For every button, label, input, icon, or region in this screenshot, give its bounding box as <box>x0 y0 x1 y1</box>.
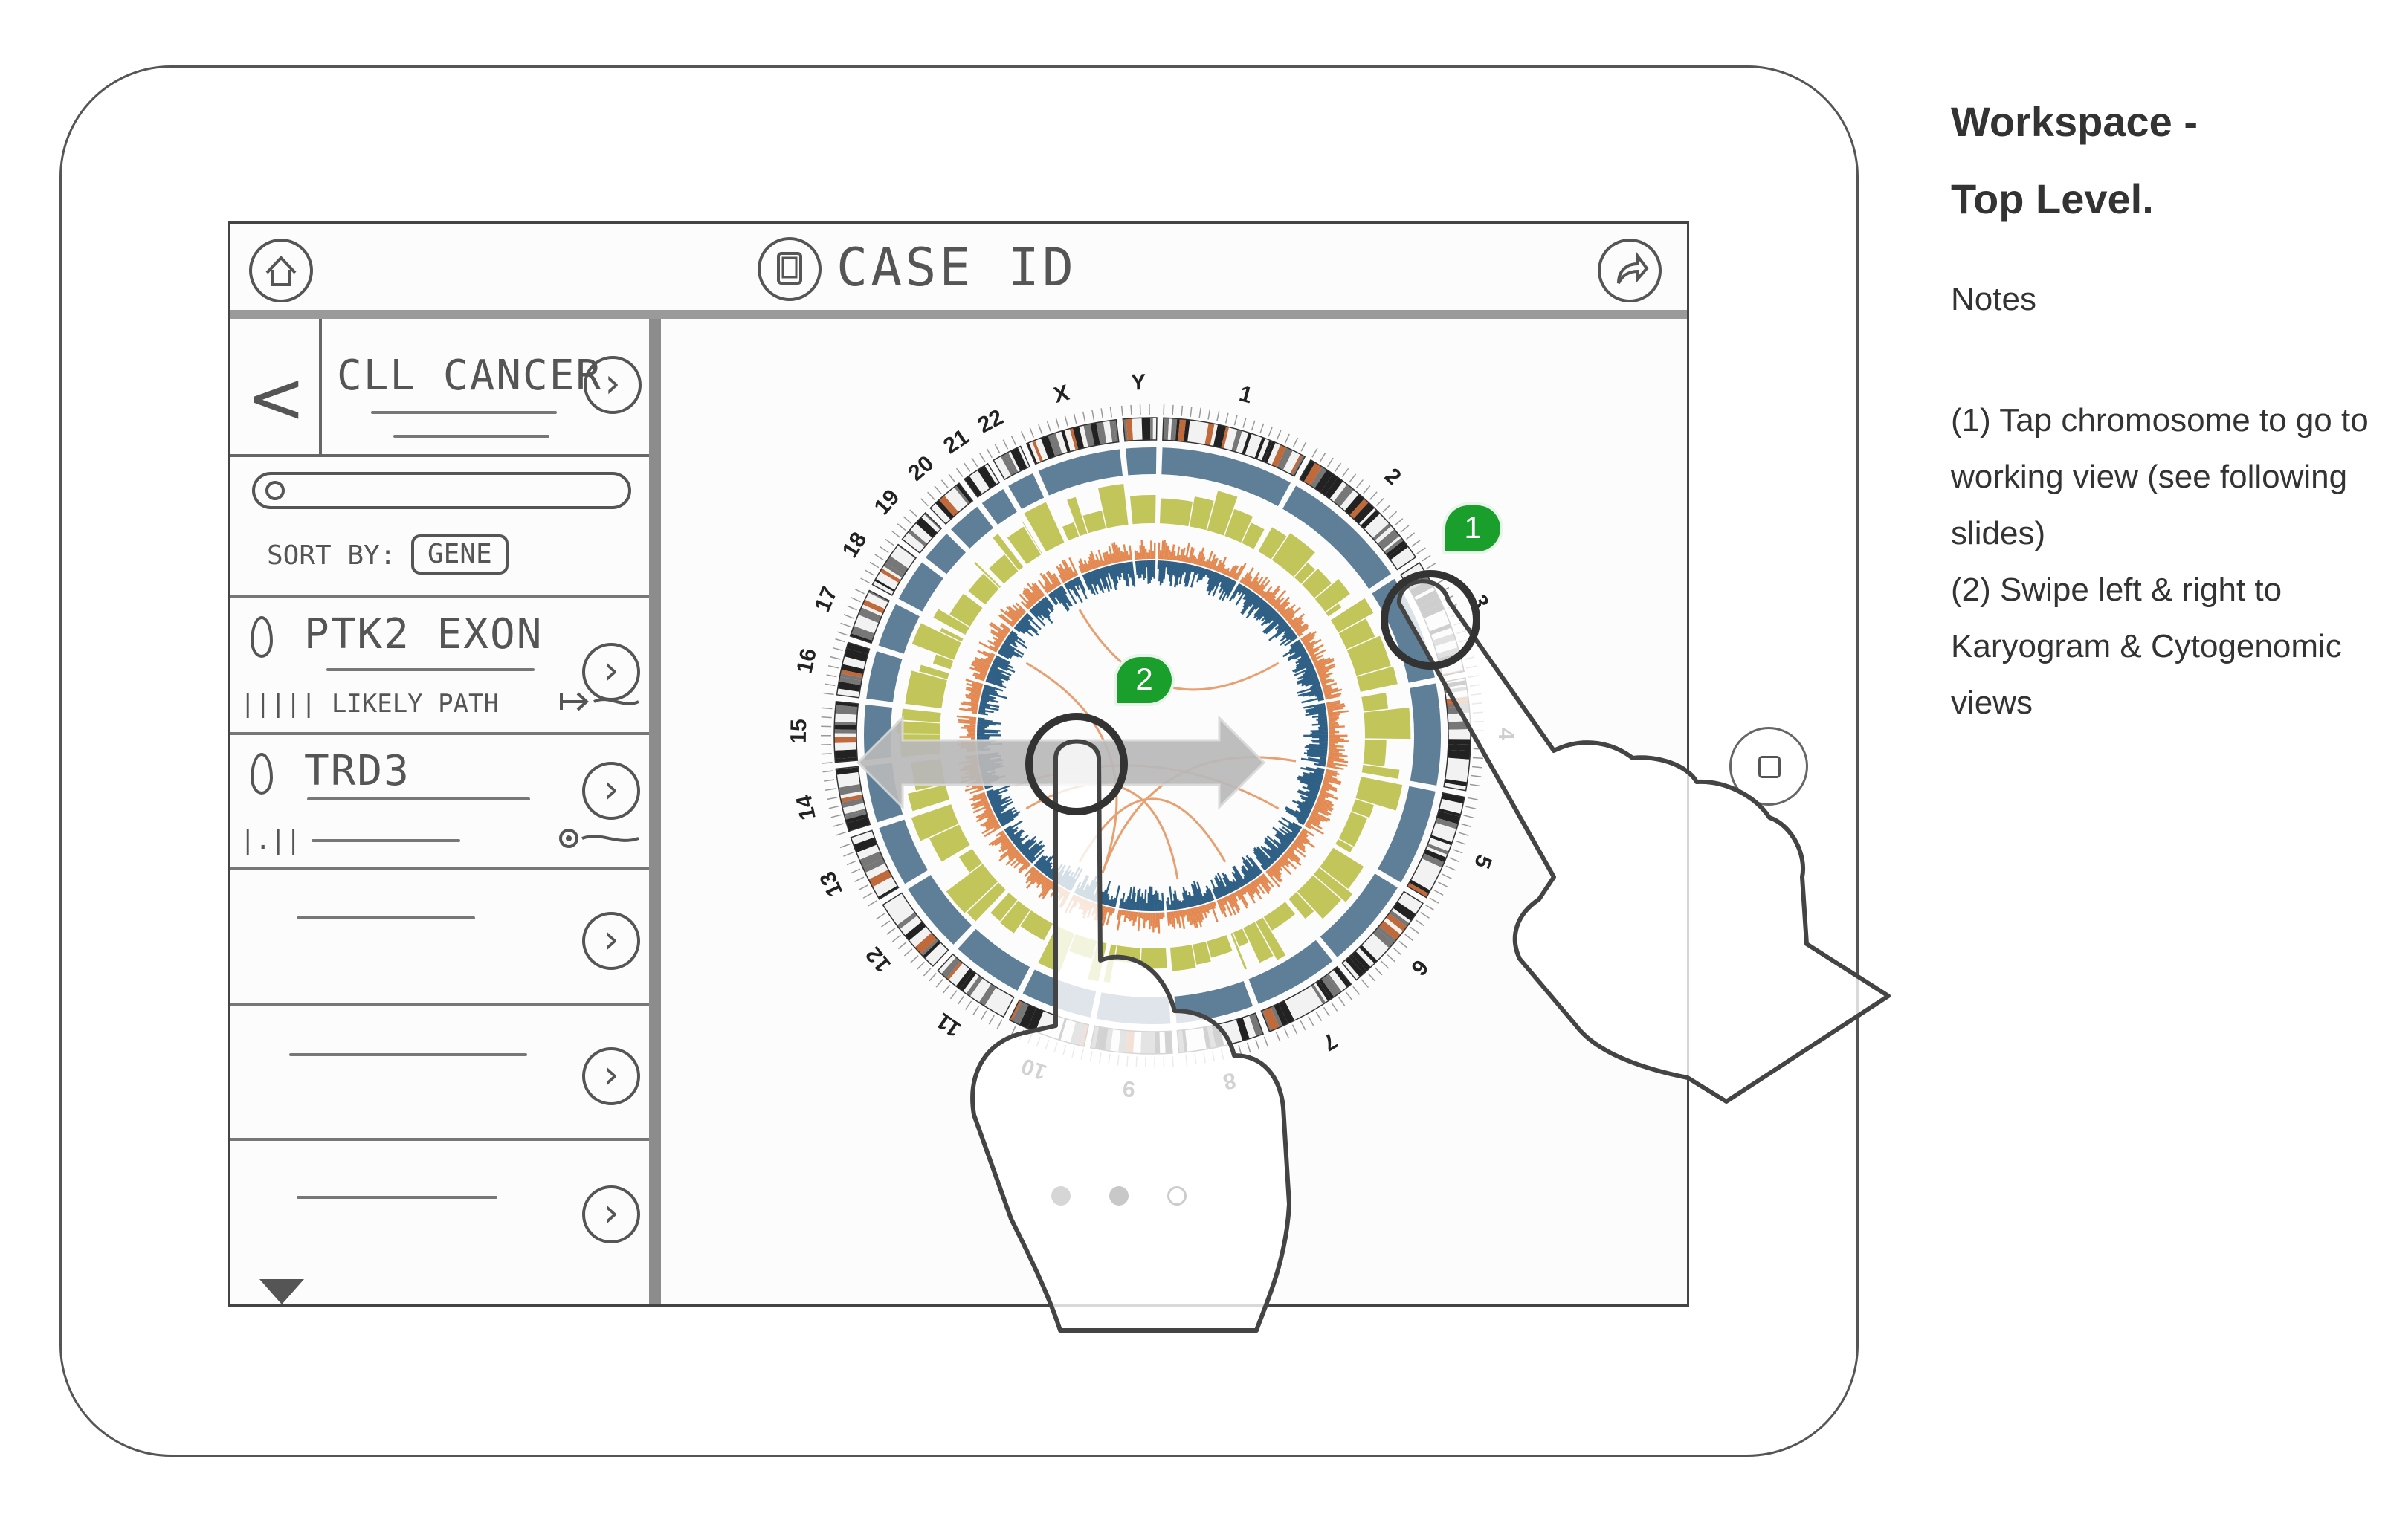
title-line-2: Top Level. <box>1951 175 2154 222</box>
slide: CASE ID < CLL CANCER › SORT BY: GENE PTK… <box>0 0 2391 1540</box>
slide-title: Workspace - Top Level. <box>1951 83 2198 238</box>
page-dot[interactable] <box>1109 1186 1129 1206</box>
title-line-1: Workspace - <box>1951 98 2198 145</box>
callout-badge-1: 1 <box>1442 502 1503 554</box>
notes-heading: Notes <box>1951 281 2036 317</box>
callout-badge-2: 2 <box>1114 654 1175 706</box>
tap-hand-icon <box>1381 570 1891 1104</box>
note-item: (1) Tap chromosome to go to working view… <box>1951 402 2369 551</box>
note-item: (2) Swipe left & right to Karyogram & Cy… <box>1951 572 2342 721</box>
page-dot[interactable] <box>1167 1186 1187 1206</box>
page-dot[interactable] <box>1051 1186 1071 1206</box>
swipe-hand-icon <box>970 713 1291 1333</box>
